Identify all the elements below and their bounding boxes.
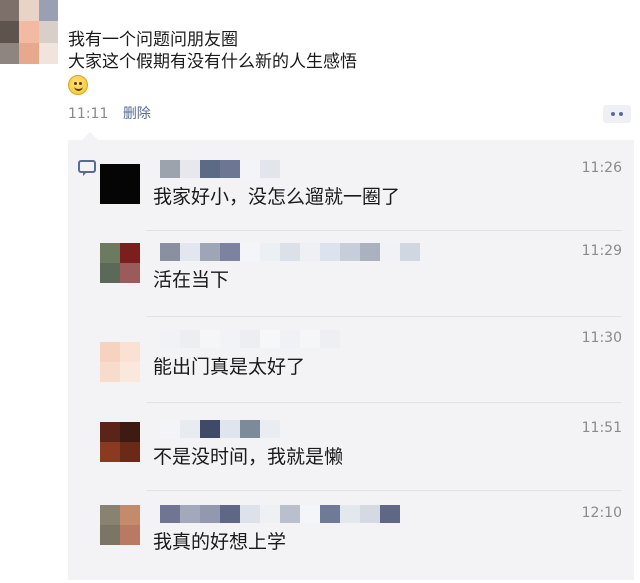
comment-text: 我家好小，没怎么遛就一圈了 bbox=[153, 186, 401, 208]
comment-item[interactable]: 活在当下 11:29 bbox=[100, 243, 630, 303]
post-text-line-2: 大家这个假期有没有什么新的人生感悟 bbox=[68, 52, 357, 72]
comment-author-name[interactable] bbox=[160, 243, 420, 261]
comment-item[interactable]: 能出门真是太好了 11:30 bbox=[100, 330, 630, 390]
divider bbox=[146, 316, 622, 317]
comment-avatar[interactable] bbox=[100, 164, 140, 204]
comment-bubble-icon bbox=[78, 160, 96, 176]
comment-time: 11:29 bbox=[581, 243, 622, 259]
comment-text: 不是没时间，我就是懒 bbox=[153, 446, 344, 468]
smile-emoji-icon bbox=[68, 75, 88, 95]
post-text-line-1: 我有一个问题问朋友圈 bbox=[68, 30, 238, 50]
post-text: 我有一个问题问朋友圈 大家这个假期有没有什么新的人生感悟 bbox=[68, 29, 357, 73]
comment-time: 11:51 bbox=[581, 420, 622, 436]
comment-avatar[interactable] bbox=[100, 243, 140, 283]
comment-text: 能出门真是太好了 bbox=[153, 356, 306, 378]
comment-item[interactable]: 我家好小，没怎么遛就一圈了 11:26 bbox=[100, 160, 630, 220]
divider bbox=[146, 402, 622, 403]
comment-item[interactable]: 我真的好想上学 12:10 bbox=[100, 505, 630, 565]
comment-avatar[interactable] bbox=[100, 422, 140, 462]
dot-icon bbox=[611, 112, 615, 116]
comment-time: 12:10 bbox=[581, 505, 622, 521]
comment-text: 活在当下 bbox=[153, 269, 230, 291]
comment-author-name[interactable] bbox=[160, 420, 280, 438]
dot-icon bbox=[619, 112, 623, 116]
comment-author-name[interactable] bbox=[160, 505, 400, 523]
comment-author-name[interactable] bbox=[160, 330, 340, 348]
comment-item[interactable]: 不是没时间，我就是懒 11:51 bbox=[100, 420, 630, 480]
comment-time: 11:30 bbox=[581, 330, 622, 346]
more-options-button[interactable] bbox=[603, 105, 631, 123]
post-author-avatar[interactable] bbox=[0, 0, 58, 64]
divider bbox=[146, 490, 622, 491]
comment-author-name[interactable] bbox=[160, 160, 280, 178]
comment-time: 11:26 bbox=[581, 160, 622, 176]
post-meta: 11:11 删除 bbox=[68, 103, 151, 123]
divider bbox=[146, 230, 622, 231]
post-time: 11:11 bbox=[68, 106, 109, 122]
comment-avatar[interactable] bbox=[100, 342, 140, 382]
delete-link[interactable]: 删除 bbox=[123, 106, 151, 122]
comment-avatar[interactable] bbox=[100, 505, 140, 545]
comment-text: 我真的好想上学 bbox=[153, 531, 287, 553]
